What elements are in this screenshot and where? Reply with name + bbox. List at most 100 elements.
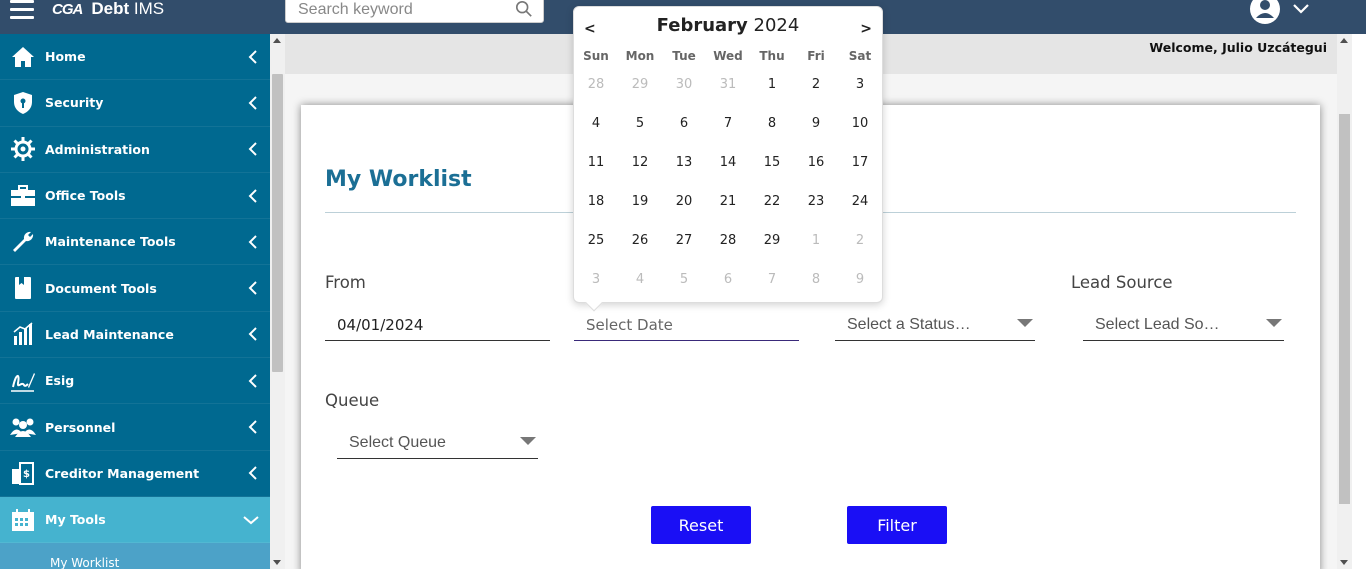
- day-cell[interactable]: 16: [794, 155, 838, 170]
- day-cell[interactable]: 29: [750, 233, 794, 248]
- day-cell[interactable]: 25: [574, 233, 618, 248]
- people-icon: [10, 414, 36, 440]
- search-box: [285, 0, 544, 23]
- day-cell[interactable]: 3: [574, 272, 618, 287]
- weekday-label: Wed: [713, 49, 743, 63]
- week-row: 25 26 27 28 29 1 2: [574, 221, 884, 260]
- day-cell[interactable]: 10: [838, 116, 882, 131]
- day-cell[interactable]: 18: [574, 194, 618, 209]
- filter-button[interactable]: Filter: [847, 506, 947, 544]
- day-cell[interactable]: 19: [618, 194, 662, 209]
- to-date-input[interactable]: [574, 311, 799, 339]
- sidebar-item-document-tools[interactable]: Document Tools: [0, 265, 270, 312]
- lead-source-select[interactable]: Select Lead So…: [1083, 311, 1284, 341]
- day-cell[interactable]: 13: [662, 155, 706, 170]
- chevron-down-icon[interactable]: [1292, 3, 1310, 15]
- day-cell[interactable]: 28: [574, 77, 618, 92]
- day-cell[interactable]: 24: [838, 194, 882, 209]
- sidebar-item-label: Esig: [45, 373, 75, 389]
- day-cell[interactable]: 2: [794, 77, 838, 92]
- day-cell[interactable]: 23: [794, 194, 838, 209]
- status-select[interactable]: Select a Status…: [835, 311, 1035, 341]
- day-cell[interactable]: 7: [750, 272, 794, 287]
- sidebar-item-my-tools[interactable]: My Tools: [0, 496, 270, 544]
- day-cell[interactable]: 28: [706, 233, 750, 248]
- main-scrollbar[interactable]: [1337, 34, 1352, 569]
- day-cell[interactable]: 29: [618, 77, 662, 92]
- user-menu[interactable]: [1250, 0, 1310, 24]
- day-cell[interactable]: 14: [706, 155, 750, 170]
- sidebar-item-security[interactable]: Security: [0, 80, 270, 127]
- sidebar-item-home[interactable]: Home: [0, 34, 270, 81]
- week-row: 3456789: [574, 260, 884, 299]
- day-cell[interactable]: 20: [662, 194, 706, 209]
- day-cell[interactable]: 6: [662, 116, 706, 131]
- day-cell[interactable]: 5: [618, 116, 662, 131]
- sidebar-item-creditor-management[interactable]: $ Creditor Management: [0, 451, 270, 497]
- sidebar-item-label: Security: [45, 95, 104, 111]
- day-cell[interactable]: 12: [618, 155, 662, 170]
- sidebar-item-lead-maintenance[interactable]: Lead Maintenance: [0, 312, 270, 359]
- sidebar-item-personnel[interactable]: Personnel: [0, 404, 270, 451]
- day-cell[interactable]: 4: [574, 116, 618, 131]
- datepicker-year[interactable]: 2024: [754, 15, 800, 36]
- sidebar-item-esig[interactable]: Esig: [0, 358, 270, 405]
- wrench-icon: [10, 229, 36, 255]
- sidebar-item-administration[interactable]: Administration: [0, 127, 270, 173]
- day-cell[interactable]: 1: [750, 77, 794, 92]
- sidebar-item-label: Personnel: [45, 419, 116, 435]
- day-cell[interactable]: 30: [662, 77, 706, 92]
- day-cell[interactable]: 26: [618, 233, 662, 248]
- day-cell[interactable]: 22: [750, 194, 794, 209]
- sidebar-item-maintenance-tools[interactable]: Maintenance Tools: [0, 219, 270, 266]
- day-cell[interactable]: 9: [794, 116, 838, 131]
- sidebar-item-label: Maintenance Tools: [45, 234, 176, 250]
- day-cell[interactable]: 21: [706, 194, 750, 209]
- day-cell[interactable]: 31: [706, 77, 750, 92]
- search-input[interactable]: [286, 0, 506, 22]
- scrollbar-thumb[interactable]: [1339, 114, 1350, 504]
- datepicker-month[interactable]: February: [657, 15, 748, 36]
- next-month-button[interactable]: >: [860, 21, 872, 37]
- sidebar: Home Security Administration Office Tool…: [0, 34, 270, 569]
- queue-label: Queue: [325, 391, 380, 410]
- sidebar-item-label: Office Tools: [45, 188, 126, 204]
- hamburger-menu-icon[interactable]: [10, 0, 34, 20]
- calendar-icon: [10, 507, 36, 533]
- app-logo[interactable]: CGA Debt IMS: [52, 0, 164, 18]
- day-cell[interactable]: 9: [838, 272, 882, 287]
- from-date-input[interactable]: [325, 311, 550, 339]
- day-cell[interactable]: 1: [794, 233, 838, 248]
- sidebar-item-label: Administration: [45, 141, 150, 157]
- window-edge: [1352, 34, 1366, 569]
- scroll-down-arrow-icon[interactable]: [273, 560, 281, 565]
- day-cell[interactable]: 4: [618, 272, 662, 287]
- sidebar-scrollbar[interactable]: [270, 34, 285, 569]
- sidebar-item-label: Home: [45, 49, 86, 65]
- day-cell[interactable]: 7: [706, 116, 750, 131]
- day-cell[interactable]: 27: [662, 233, 706, 248]
- sidebar-item-office-tools[interactable]: Office Tools: [0, 173, 270, 220]
- chevron-left-icon: [248, 466, 257, 481]
- scroll-up-arrow-icon[interactable]: [273, 38, 281, 43]
- book-icon: [10, 275, 36, 301]
- scroll-down-arrow-icon[interactable]: [1340, 560, 1348, 565]
- scroll-up-arrow-icon[interactable]: [1340, 38, 1348, 43]
- day-cell[interactable]: 3: [838, 77, 882, 92]
- user-avatar-icon[interactable]: [1250, 0, 1280, 24]
- reset-button[interactable]: Reset: [651, 506, 751, 544]
- queue-select[interactable]: Select Queue: [337, 429, 538, 459]
- day-cell[interactable]: 15: [750, 155, 794, 170]
- day-cell[interactable]: 2: [838, 233, 882, 248]
- shield-icon: [10, 90, 36, 116]
- day-cell[interactable]: 17: [838, 155, 882, 170]
- day-cell[interactable]: 5: [662, 272, 706, 287]
- search-icon[interactable]: [515, 0, 533, 18]
- day-cell[interactable]: 8: [794, 272, 838, 287]
- day-cell[interactable]: 6: [706, 272, 750, 287]
- scrollbar-thumb[interactable]: [272, 74, 283, 372]
- day-cell[interactable]: 11: [574, 155, 618, 170]
- building-dollar-icon: $: [10, 460, 36, 486]
- sidebar-subitem-my-worklist[interactable]: My Worklist: [0, 543, 270, 569]
- day-cell[interactable]: 8: [750, 116, 794, 131]
